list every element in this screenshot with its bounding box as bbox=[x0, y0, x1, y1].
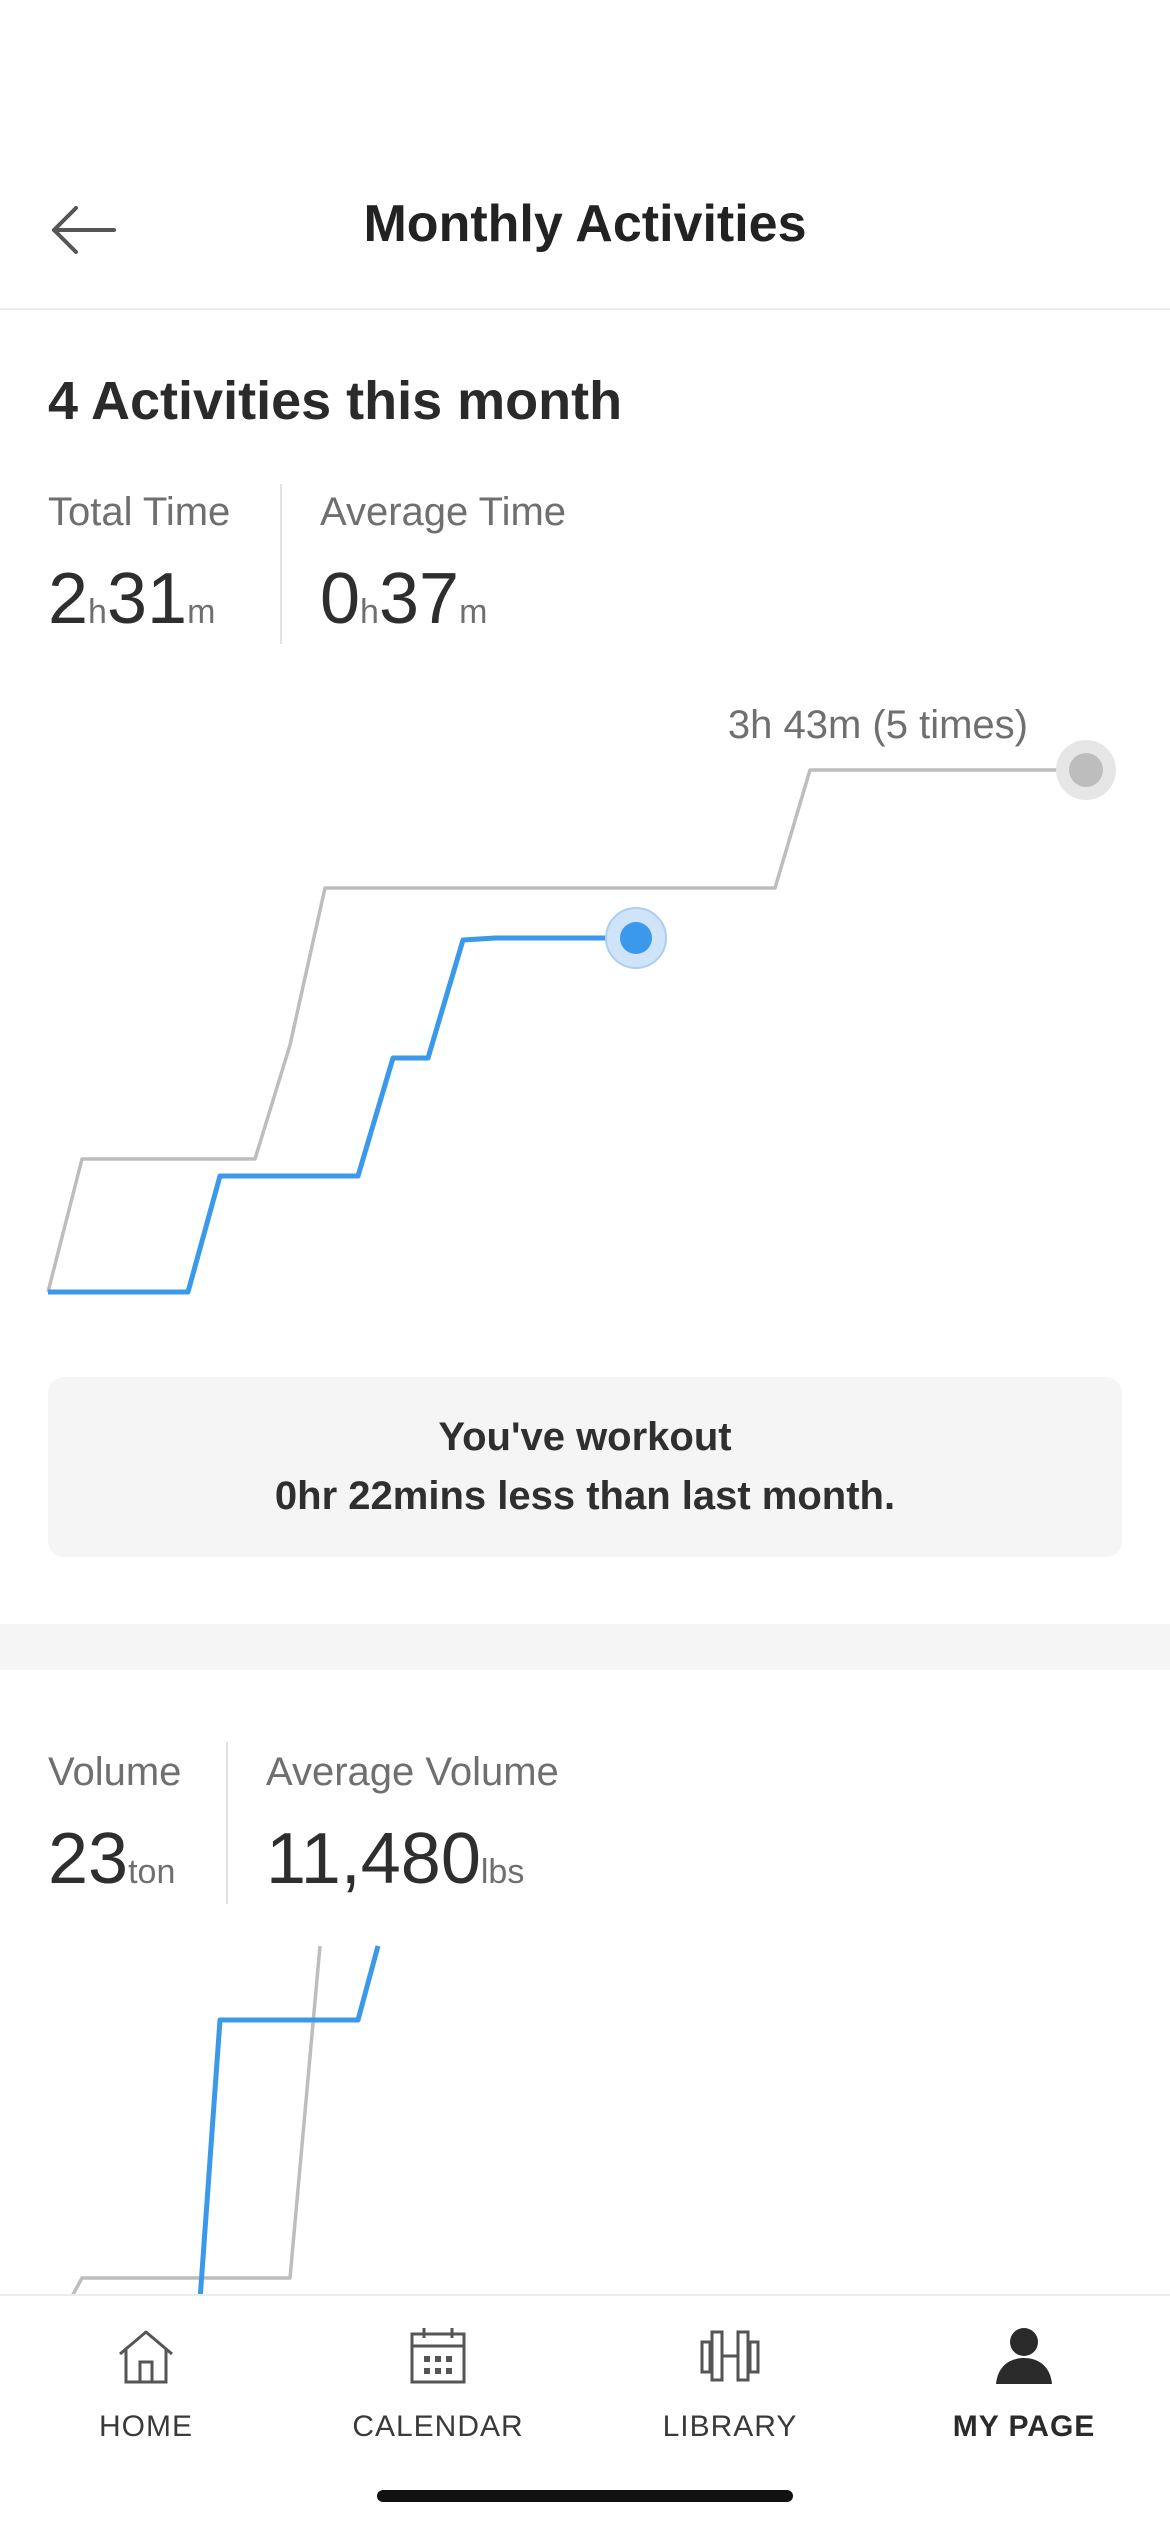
activities-count-title: 4 Activities this month bbox=[48, 371, 623, 431]
current-month-line bbox=[48, 935, 636, 1295]
comparison-message-box: You've workout 0hr 22mins less than last… bbox=[48, 1377, 1122, 1557]
current-month-end-dot bbox=[620, 922, 652, 954]
page-title: Monthly Activities bbox=[363, 195, 807, 253]
dumbbell-icon bbox=[698, 2324, 762, 2388]
average-time-label: Average Time bbox=[320, 490, 567, 534]
home-icon bbox=[114, 2324, 178, 2388]
total-time-label: Total Time bbox=[48, 490, 231, 534]
tab-home-label: HOME bbox=[99, 2410, 193, 2443]
tab-library-label: LIBRARY bbox=[662, 2410, 798, 2443]
current-volume-line bbox=[197, 1945, 381, 2294]
average-time-value: 0h37m bbox=[320, 559, 488, 639]
person-icon bbox=[992, 2324, 1056, 2388]
volume-progress-chart bbox=[71, 1945, 381, 2294]
previous-volume-line bbox=[71, 1945, 322, 2294]
average-volume-value: 11,480lbs bbox=[266, 1819, 525, 1899]
calendar-icon bbox=[406, 2324, 470, 2388]
tab-home[interactable]: HOME bbox=[46, 2324, 246, 2444]
message-line-2: 0hr 22mins less than last month. bbox=[274, 1474, 896, 1518]
tab-calendar[interactable]: CALENDAR bbox=[338, 2324, 538, 2444]
volume-label: Volume bbox=[48, 1750, 182, 1794]
total-time-value: 2h31m bbox=[48, 559, 216, 639]
section-separator bbox=[0, 1624, 1170, 1670]
tab-library[interactable]: LIBRARY bbox=[630, 2324, 830, 2444]
average-volume-label: Average Volume bbox=[266, 1750, 559, 1794]
volume-value: 23ton bbox=[48, 1819, 176, 1899]
stat-divider bbox=[280, 484, 282, 644]
tab-calendar-label: CALENDAR bbox=[352, 2410, 524, 2443]
time-progress-chart: 3h 43m (5 times) bbox=[46, 703, 1116, 1295]
tab-my-page[interactable]: MY PAGE bbox=[924, 2324, 1124, 2444]
tab-my-page-label: MY PAGE bbox=[952, 2410, 1096, 2443]
previous-month-annotation: 3h 43m (5 times) bbox=[728, 703, 1028, 747]
top-bar: Monthly Activities bbox=[0, 160, 1170, 310]
volume-divider bbox=[226, 1742, 228, 1904]
message-line-1: You've workout bbox=[438, 1415, 732, 1459]
previous-month-line bbox=[46, 768, 1086, 1293]
previous-month-end-dot bbox=[1069, 753, 1103, 787]
home-indicator bbox=[377, 2490, 793, 2502]
